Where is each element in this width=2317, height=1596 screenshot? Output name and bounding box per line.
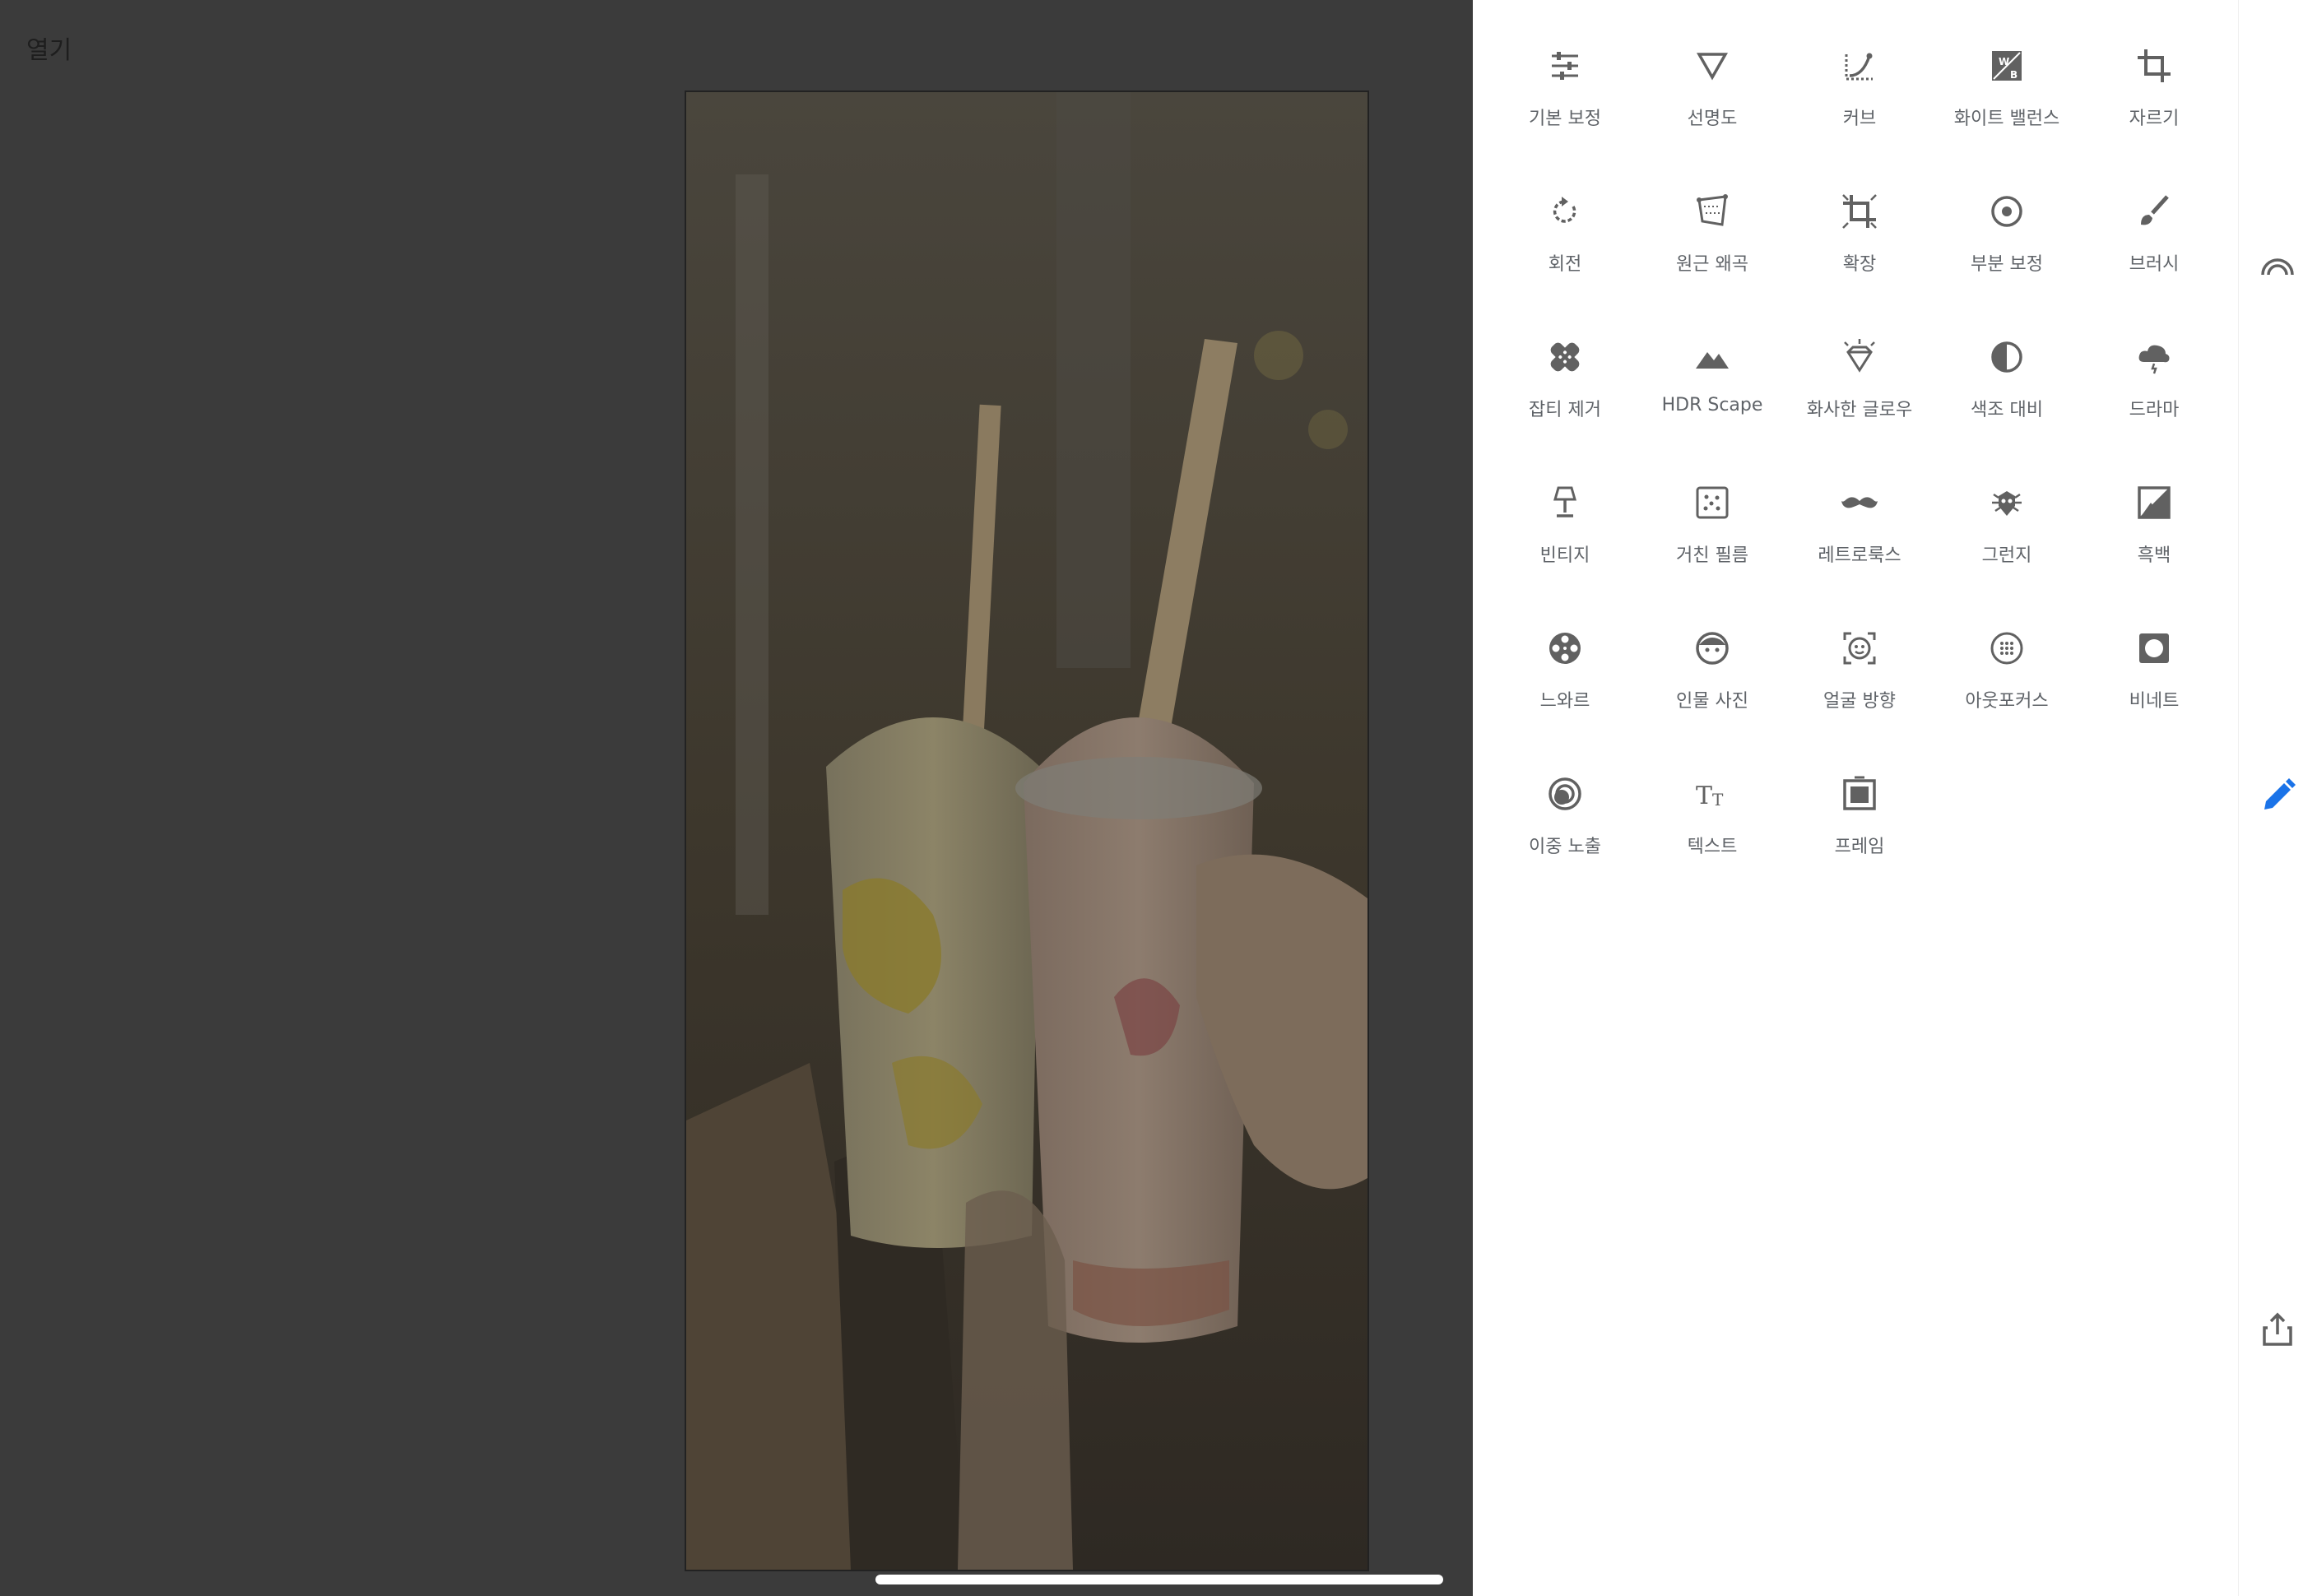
frames-icon xyxy=(1836,771,1883,817)
rotate-icon xyxy=(1542,188,1588,234)
selective-icon xyxy=(1984,188,2030,234)
svg-text:T: T xyxy=(1696,782,1712,810)
tool-label: 확장 xyxy=(1842,254,1877,275)
portrait-face-icon xyxy=(1689,625,1735,671)
drama-cloud-icon xyxy=(2131,334,2177,380)
brush-icon xyxy=(2131,188,2177,234)
looks-icon[interactable] xyxy=(2258,247,2297,286)
open-button[interactable]: 열기 xyxy=(26,30,72,66)
tool-healing[interactable]: 잡티 제거 xyxy=(1492,311,1638,434)
tool-retrolux-mustache[interactable]: 레트로룩스 xyxy=(1786,457,1933,580)
tool-label: 인물 사진 xyxy=(1676,691,1748,712)
tool-perspective[interactable]: 원근 왜곡 xyxy=(1639,165,1785,289)
tool-label: 기본 보정 xyxy=(1529,109,1601,129)
home-indicator[interactable] xyxy=(875,1575,1443,1584)
tool-vintage-lamp[interactable]: 빈티지 xyxy=(1492,457,1638,580)
tool-label: 브러시 xyxy=(2129,254,2180,275)
tool-lens-blur[interactable]: 아웃포커스 xyxy=(1934,602,2080,726)
tool-label: 회전 xyxy=(1548,254,1582,275)
tool-text[interactable]: T T 텍스트 xyxy=(1639,748,1785,871)
tool-noir-film-reel[interactable]: 느와르 xyxy=(1492,602,1638,726)
tool-head-pose[interactable]: 얼굴 방향 xyxy=(1786,602,1933,726)
tool-vignette[interactable]: 비네트 xyxy=(2081,602,2227,726)
tool-label: 느와르 xyxy=(1539,691,1590,712)
tool-label: 아웃포커스 xyxy=(1965,691,2049,712)
tool-label: 색조 대비 xyxy=(1971,400,2043,420)
export-share-icon[interactable] xyxy=(2258,1310,2297,1349)
tool-selective[interactable]: 부분 보정 xyxy=(1934,165,2080,289)
tool-label: 커브 xyxy=(1842,109,1877,129)
tool-tune[interactable]: 기본 보정 xyxy=(1492,20,1638,143)
tool-grainy-film[interactable]: 거친 필름 xyxy=(1639,457,1785,580)
details-triangle-icon xyxy=(1689,43,1735,89)
tool-label: 잡티 제거 xyxy=(1529,400,1601,420)
noir-film-reel-icon xyxy=(1542,625,1588,671)
tool-expand[interactable]: 확장 xyxy=(1786,165,1933,289)
hdr-mountain-icon xyxy=(1689,334,1735,380)
vignette-icon xyxy=(2131,625,2177,671)
tool-label: 드라마 xyxy=(2129,400,2180,420)
tool-label: 선명도 xyxy=(1687,109,1738,129)
tool-rotate[interactable]: 회전 xyxy=(1492,165,1638,289)
tool-label: 텍스트 xyxy=(1687,837,1738,857)
tool-label: 이중 노출 xyxy=(1529,837,1601,857)
tool-label: 빈티지 xyxy=(1539,545,1590,566)
tool-label: 레트로룩스 xyxy=(1818,545,1901,566)
tool-glamour-glow[interactable]: 화사한 글로우 xyxy=(1786,311,1933,434)
grunge-icon xyxy=(1984,480,2030,526)
vintage-lamp-icon xyxy=(1542,480,1588,526)
retrolux-mustache-icon xyxy=(1836,480,1883,526)
tool-brush[interactable]: 브러시 xyxy=(2081,165,2227,289)
double-exposure-icon xyxy=(1542,771,1588,817)
tune-icon xyxy=(1542,43,1588,89)
tool-label: 원근 왜곡 xyxy=(1676,254,1748,275)
tool-crop[interactable]: 자르기 xyxy=(2081,20,2227,143)
svg-text:B: B xyxy=(2010,69,2018,81)
tool-label: 자르기 xyxy=(2129,109,2180,129)
tool-white-balance[interactable]: W B 화이트 밸런스 xyxy=(1934,20,2080,143)
glamour-glow-icon xyxy=(1836,334,1883,380)
tools-pencil-icon[interactable] xyxy=(2258,777,2297,816)
tool-label: 흑백 xyxy=(2137,545,2171,566)
tool-drama-cloud[interactable]: 드라마 xyxy=(2081,311,2227,434)
grainy-film-icon xyxy=(1689,480,1735,526)
tool-frames[interactable]: 프레임 xyxy=(1786,748,1933,871)
tool-label: 거친 필름 xyxy=(1676,545,1748,566)
tool-label: 얼굴 방향 xyxy=(1823,691,1896,712)
tool-label: 화사한 글로우 xyxy=(1806,400,1913,420)
svg-text:T: T xyxy=(1712,790,1724,810)
tool-label: HDR Scape xyxy=(1661,395,1763,415)
expand-icon xyxy=(1836,188,1883,234)
tool-label: 부분 보정 xyxy=(1971,254,2043,275)
tool-label: 화이트 밸런스 xyxy=(1953,109,2060,129)
tool-details-triangle[interactable]: 선명도 xyxy=(1639,20,1785,143)
tool-hdr-mountain[interactable]: HDR Scape xyxy=(1639,311,1785,434)
tool-label: 프레임 xyxy=(1834,837,1885,857)
tool-tonal-contrast[interactable]: 색조 대비 xyxy=(1934,311,2080,434)
curves-icon xyxy=(1836,43,1883,89)
perspective-icon xyxy=(1689,188,1735,234)
tool-double-exposure[interactable]: 이중 노출 xyxy=(1492,748,1638,871)
tonal-contrast-icon xyxy=(1984,334,2030,380)
tool-grunge[interactable]: 그런지 xyxy=(1934,457,2080,580)
white-balance-icon: WB xyxy=(1984,43,2030,89)
black-white-icon xyxy=(2131,480,2177,526)
crop-icon xyxy=(2131,43,2177,89)
tool-curves[interactable]: 커브 xyxy=(1786,20,1933,143)
text-icon: TT xyxy=(1689,771,1735,817)
tool-portrait-face[interactable]: 인물 사진 xyxy=(1639,602,1785,726)
photo-preview xyxy=(686,92,1367,1570)
head-pose-icon xyxy=(1836,625,1883,671)
tool-label: 비네트 xyxy=(2129,691,2180,712)
healing-icon xyxy=(1542,334,1588,380)
tool-black-white[interactable]: 흑백 xyxy=(2081,457,2227,580)
tool-label: 그런지 xyxy=(1981,545,2032,566)
lens-blur-icon xyxy=(1984,625,2030,671)
